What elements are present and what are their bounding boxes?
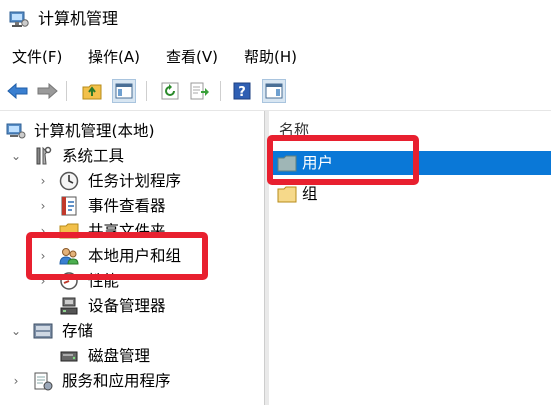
back-button[interactable] [6,79,30,103]
tree-label: 系统工具 [62,147,125,165]
tree-label: 设备管理器 [88,297,166,315]
up-folder-icon [82,84,102,100]
highlight-box [26,232,208,280]
help-button[interactable]: ? [230,79,254,103]
folder-icon [277,186,297,203]
navigation-tree: 计算机管理(本地) ⌄ 系统工具 › 任务计划程序 › 事件查看器 › 共享文件… [0,111,264,405]
tools-icon [36,146,52,165]
refresh-icon [161,82,179,100]
chevron-down-icon[interactable]: ⌄ [10,324,22,338]
show-hide-tree-icon [115,83,133,99]
clock-icon [59,171,79,191]
tree-item-task-scheduler[interactable]: › 任务计划程序 [0,169,264,193]
storage-icon [33,323,53,339]
forward-button[interactable] [35,79,59,103]
menu-view[interactable]: 查看(V) [166,44,218,70]
highlight-box [267,135,419,185]
list-item-label: 组 [302,185,318,203]
show-hide-tree-button[interactable] [112,79,136,103]
svg-text:?: ? [238,85,246,100]
tree-item-device-manager[interactable]: 设备管理器 [0,294,264,318]
show-action-pane-button[interactable] [262,79,286,103]
details-pane: 名称 用户 组 [267,111,551,405]
refresh-button[interactable] [158,79,182,103]
menu-action[interactable]: 操作(A) [88,44,140,70]
computer-management-icon [6,123,26,139]
tree-item-system-tools[interactable]: ⌄ 系统工具 [0,144,264,168]
chevron-right-icon[interactable]: › [37,174,49,188]
tree-label: 磁盘管理 [88,347,151,365]
tree-item-storage[interactable]: ⌄ 存储 [0,319,264,343]
disk-icon [60,351,78,362]
title-bar: 计算机管理 [0,0,551,40]
tree-label: 任务计划程序 [88,172,182,190]
tree-label: 存储 [62,322,94,340]
chevron-right-icon[interactable]: › [10,374,22,388]
menu-help[interactable]: 帮助(H) [244,44,297,70]
menu-bar: 文件(F) 操作(A) 查看(V) 帮助(H) [0,44,551,70]
tree-item-event-viewer[interactable]: › 事件查看器 [0,194,264,218]
up-level-button[interactable] [80,79,104,103]
tree-item-disk-management[interactable]: 磁盘管理 [0,344,264,368]
forward-icon [37,83,58,99]
tree-label: 服务和应用程序 [62,372,171,390]
export-list-button[interactable] [188,79,212,103]
device-manager-icon [60,297,78,315]
chevron-down-icon[interactable]: ⌄ [10,149,22,163]
tree-item-services-applications[interactable]: › 服务和应用程序 [0,369,264,393]
tree-label: 事件查看器 [88,197,166,215]
computer-management-icon [9,11,29,27]
tree-label: 计算机管理(本地) [34,122,155,140]
chevron-right-icon[interactable]: › [37,199,49,213]
list-item-groups[interactable]: 组 [269,182,551,206]
back-icon [7,83,28,99]
tree-item-computer-management[interactable]: 计算机管理(本地) [0,119,264,143]
menu-file[interactable]: 文件(F) [12,44,62,70]
show-action-pane-icon [265,83,283,99]
window-title: 计算机管理 [38,9,119,28]
event-viewer-icon [61,196,77,216]
help-icon: ? [233,82,251,100]
services-icon [34,372,53,391]
export-list-icon [190,82,209,100]
toolbar: ? [0,74,551,111]
